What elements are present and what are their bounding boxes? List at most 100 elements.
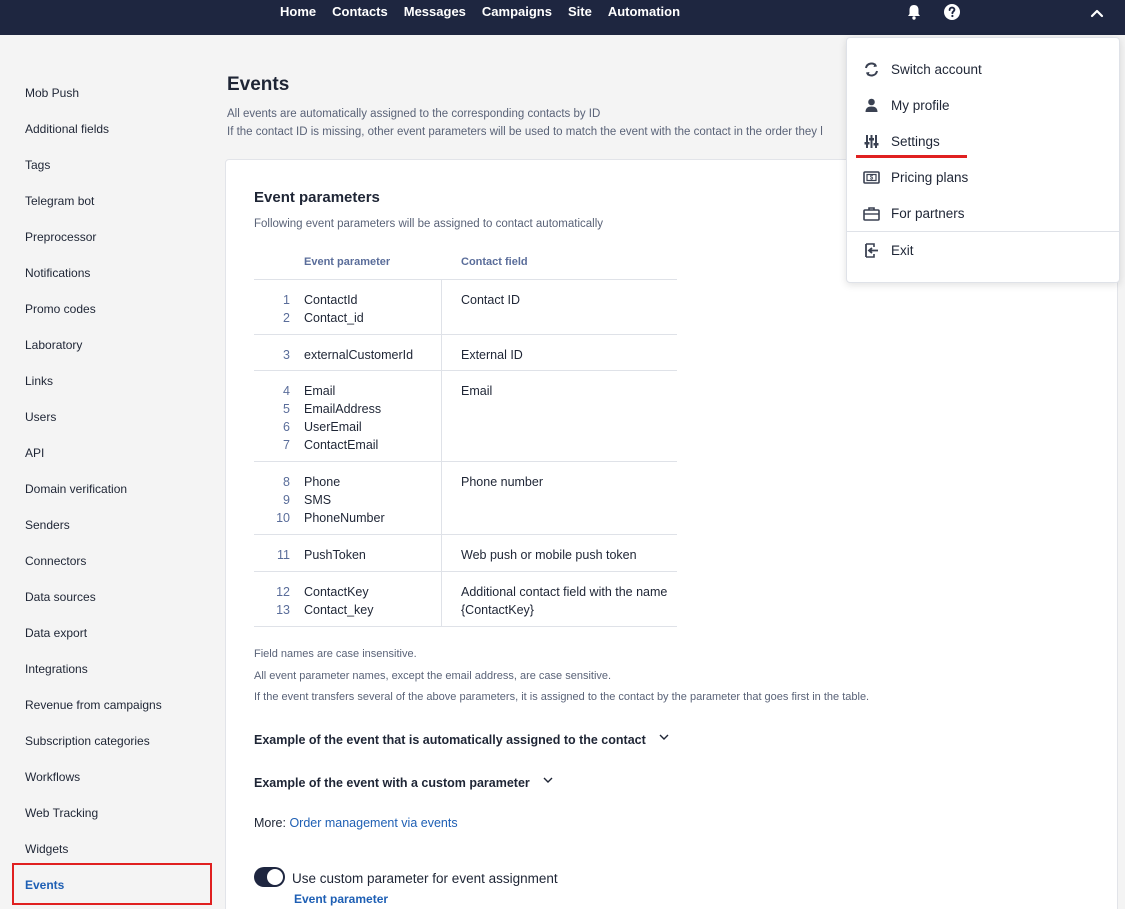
sidebar-item-additional-fields[interactable]: Additional fields (25, 121, 109, 137)
param-list: 4 Email 5 EmailAddress 6 UserEmail 7 ContactEma… (254, 382, 434, 454)
page-description-2: If the contact ID is missing, other even… (227, 126, 823, 138)
param-name: Contact_id (304, 311, 364, 325)
contact-field: Email (461, 384, 493, 398)
param-name: PushToken (304, 548, 366, 562)
menu-label: Switch account (891, 62, 982, 77)
sidebar-item-subscription-categories[interactable]: Subscription categories (25, 733, 150, 749)
nav-home[interactable]: Home (280, 4, 316, 20)
sidebar-item-data-sources[interactable]: Data sources (25, 589, 96, 605)
sidebar-item-notifications[interactable]: Notifications (25, 265, 90, 281)
account-menu: Switch account My profile Settings $ Pri… (846, 37, 1120, 283)
chevron-down-icon (543, 777, 553, 783)
contact-field: Contact ID (461, 293, 521, 307)
menu-label: Settings (891, 134, 940, 149)
order-management-link[interactable]: Order management via events (289, 816, 457, 830)
param-name: EmailAddress (304, 402, 382, 416)
param-name: Phone (304, 475, 341, 489)
column-divider (441, 462, 442, 534)
note-order: If the event transfers several of the ab… (254, 691, 870, 703)
sidebar-item-promo-codes[interactable]: Promo codes (25, 301, 96, 317)
param-name: Email (304, 384, 336, 398)
help-icon[interactable] (943, 3, 961, 21)
param-name: Contact_key (304, 603, 374, 617)
sidebar-item-links[interactable]: Links (25, 373, 53, 389)
param-name: UserEmail (304, 420, 362, 434)
param-item: 2 Contact_id (254, 309, 434, 327)
column-divider (441, 280, 442, 334)
sidebar-item-laboratory[interactable]: Laboratory (25, 337, 82, 353)
contact-field: Additional contact field with the name {… (461, 585, 668, 617)
top-navbar: Home Contacts Messages Campaigns Site Au… (0, 0, 1125, 35)
param-name: ContactId (304, 293, 358, 307)
main-nav: Home Contacts Messages Campaigns Site Au… (280, 4, 696, 20)
menu-settings[interactable]: Settings (863, 131, 1103, 155)
menu-label: Exit (891, 243, 914, 258)
example-auto-assign-toggle[interactable]: Example of the event that is automatical… (254, 732, 669, 747)
sidebar-item-workflows[interactable]: Workflows (25, 769, 80, 785)
param-number: 10 (276, 511, 290, 525)
sidebar-item-widgets[interactable]: Widgets (25, 841, 68, 857)
param-item: 5 EmailAddress (254, 400, 434, 418)
param-item: 9 SMS (254, 491, 434, 509)
table-row: 8 Phone 9 SMS 10 PhoneNumber Phone number (254, 462, 677, 535)
col-event-parameter: Event parameter (304, 256, 391, 268)
menu-pricing-plans[interactable]: $ Pricing plans (863, 167, 1103, 191)
sidebar-item-web-tracking[interactable]: Web Tracking (25, 805, 98, 821)
menu-exit[interactable]: Exit (863, 240, 1103, 264)
sidebar-item-data-export[interactable]: Data export (25, 625, 87, 641)
param-list: 11 PushToken (254, 546, 434, 564)
sidebar-item-users[interactable]: Users (25, 409, 56, 425)
param-number: 9 (283, 493, 290, 507)
bell-icon[interactable] (905, 3, 923, 21)
sidebar-item-revenue-from-campaigns[interactable]: Revenue from campaigns (25, 697, 162, 713)
nav-messages[interactable]: Messages (404, 4, 466, 20)
param-item: 6 UserEmail (254, 418, 434, 436)
table-row: 1 ContactId 2 Contact_id Contact ID (254, 280, 677, 335)
nav-campaigns[interactable]: Campaigns (482, 4, 552, 20)
menu-my-profile[interactable]: My profile (863, 95, 1103, 119)
sidebar-item-telegram-bot[interactable]: Telegram bot (25, 193, 94, 209)
menu-label: For partners (891, 206, 965, 221)
note-case-insensitive: Field names are case insensitive. (254, 648, 417, 660)
param-item: 10 PhoneNumber (254, 509, 434, 527)
table-row: 11 PushToken Web push or mobile push token (254, 535, 677, 572)
nav-contacts[interactable]: Contacts (332, 4, 388, 20)
custom-parameter-toggle[interactable] (254, 867, 285, 887)
param-item: 11 PushToken (254, 546, 434, 564)
table-row: 3 externalCustomerId External ID (254, 335, 677, 371)
sidebar-item-preprocessor[interactable]: Preprocessor (25, 229, 96, 245)
param-item: 4 Email (254, 382, 434, 400)
nav-site[interactable]: Site (568, 4, 592, 20)
param-number: 2 (283, 311, 290, 325)
menu-divider (847, 231, 1119, 232)
param-number: 8 (283, 475, 290, 489)
more-label: More: (254, 816, 286, 830)
param-number: 1 (283, 293, 290, 307)
sidebar-item-connectors[interactable]: Connectors (25, 553, 86, 569)
param-number: 6 (283, 420, 290, 434)
more-info: More: Order management via events (254, 816, 458, 830)
menu-for-partners[interactable]: For partners (863, 203, 1103, 227)
briefcase-icon (863, 207, 880, 221)
param-name: externalCustomerId (304, 348, 414, 362)
custom-parameter-label: Use custom parameter for event assignmen… (292, 871, 558, 886)
sidebar-item-mob-push[interactable]: Mob Push (25, 85, 79, 101)
card-title: Event parameters (254, 189, 380, 206)
param-number: 4 (283, 384, 290, 398)
contact-field: Phone number (461, 475, 544, 489)
param-number: 12 (276, 585, 290, 599)
sidebar-item-api[interactable]: API (25, 445, 44, 461)
card-subtitle: Following event parameters will be assig… (254, 218, 604, 230)
sidebar-item-domain-verification[interactable]: Domain verification (25, 481, 127, 497)
table-row: 12 ContactKey 13 Contact_key Additional cont… (254, 572, 677, 627)
sidebar-item-integrations[interactable]: Integrations (25, 661, 88, 677)
menu-switch-account[interactable]: Switch account (863, 59, 1103, 83)
example-custom-param-toggle[interactable]: Example of the event with a custom param… (254, 775, 553, 790)
param-number: 13 (276, 603, 290, 617)
nav-automation[interactable]: Automation (608, 4, 680, 20)
refresh-icon (865, 62, 878, 77)
settings-sidebar: Mob Push Additional fields Tags Telegram bo… (0, 35, 225, 909)
sidebar-item-senders[interactable]: Senders (25, 517, 70, 533)
chevron-up-icon[interactable] (1088, 5, 1106, 23)
sidebar-item-tags[interactable]: Tags (25, 157, 50, 173)
